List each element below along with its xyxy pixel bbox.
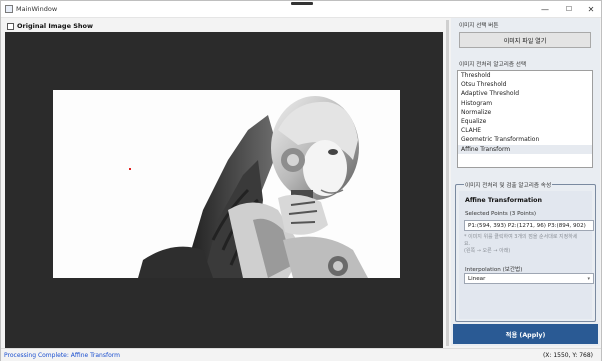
properties-group: 이미지 전처리 및 검출 알고리즘 속성 Affine Transformati… [455, 181, 596, 322]
list-item[interactable]: Otsu Threshold [458, 80, 592, 89]
cursor-coordinates: (X: 1550, Y: 768) [542, 352, 593, 359]
list-item[interactable]: CLAHE [458, 126, 592, 135]
list-item[interactable]: Histogram [458, 99, 592, 108]
minimize-button[interactable]: — [533, 1, 557, 17]
app-icon [5, 5, 13, 13]
status-message: Processing Complete: Affine Transform [4, 352, 120, 359]
status-bar: Processing Complete: Affine Transform (X… [1, 348, 601, 361]
algorithm-select-label: 이미지 전처리 알고리즘 선택 [459, 62, 527, 68]
panel-splitter[interactable] [446, 20, 449, 346]
hint-line: (왼쪽 → 오른 → 아래) [464, 248, 511, 255]
card-title: Affine Transformation [465, 197, 542, 204]
list-item[interactable]: Threshold [458, 71, 592, 80]
hint-text: * 이미지 위를 클릭하여 3개의 점을 순서대로 지정하세 요. (왼쪽 → … [464, 234, 594, 256]
interpolation-select[interactable]: Linear ▾ [464, 273, 594, 284]
image-select-label: 이미지 선택 버튼 [459, 23, 499, 29]
original-show-label: Original Image Show [17, 22, 94, 30]
image-canvas[interactable] [5, 32, 443, 348]
hint-line: * 이미지 위를 클릭하여 3개의 점을 순서대로 지정하세 [464, 234, 578, 240]
control-panel: 이미지 선택 버튼 이미지 파일 열기 이미지 전처리 알고리즘 선택 Thre… [451, 18, 600, 346]
maximize-button[interactable]: ☐ [557, 1, 581, 17]
list-item[interactable]: Equalize [458, 117, 592, 126]
interpolation-label: Interpolation (보간법) [465, 267, 523, 273]
list-item-selected[interactable]: Affine Transform [458, 144, 592, 154]
robot-image[interactable] [53, 90, 400, 278]
robot-illustration [53, 90, 400, 278]
drag-grip[interactable] [291, 2, 313, 5]
list-item[interactable]: Adaptive Threshold [458, 89, 592, 98]
list-item[interactable]: Geometric Transformation [458, 135, 592, 144]
list-item[interactable]: Normalize [458, 108, 592, 117]
main-window: MainWindow — ☐ ✕ Original Image Show 이미지… [0, 0, 602, 361]
affine-settings-card: Affine Transformation Selected Points (3… [459, 191, 594, 319]
original-show-checkbox[interactable] [7, 22, 14, 30]
algorithm-list[interactable]: Threshold Otsu Threshold Adaptive Thresh… [457, 70, 593, 168]
points-field[interactable]: P1:(594, 393) P2:(1271, 96) P3:(894, 902… [464, 220, 594, 231]
apply-button[interactable]: 적용 (Apply) [453, 324, 598, 344]
chevron-down-icon: ▾ [587, 276, 590, 282]
properties-group-title: 이미지 전처리 및 검출 알고리즘 속성 [464, 181, 553, 189]
points-label: Selected Points (3 Points) [465, 211, 537, 217]
title-bar: MainWindow — ☐ ✕ [1, 1, 601, 18]
open-image-file-button[interactable]: 이미지 파일 열기 [459, 32, 591, 48]
original-show-toggle[interactable]: Original Image Show [7, 21, 93, 31]
close-button[interactable]: ✕ [579, 1, 602, 17]
interpolation-value: Linear [468, 276, 486, 282]
window-title: MainWindow [16, 5, 58, 13]
selected-point-marker [129, 168, 131, 170]
